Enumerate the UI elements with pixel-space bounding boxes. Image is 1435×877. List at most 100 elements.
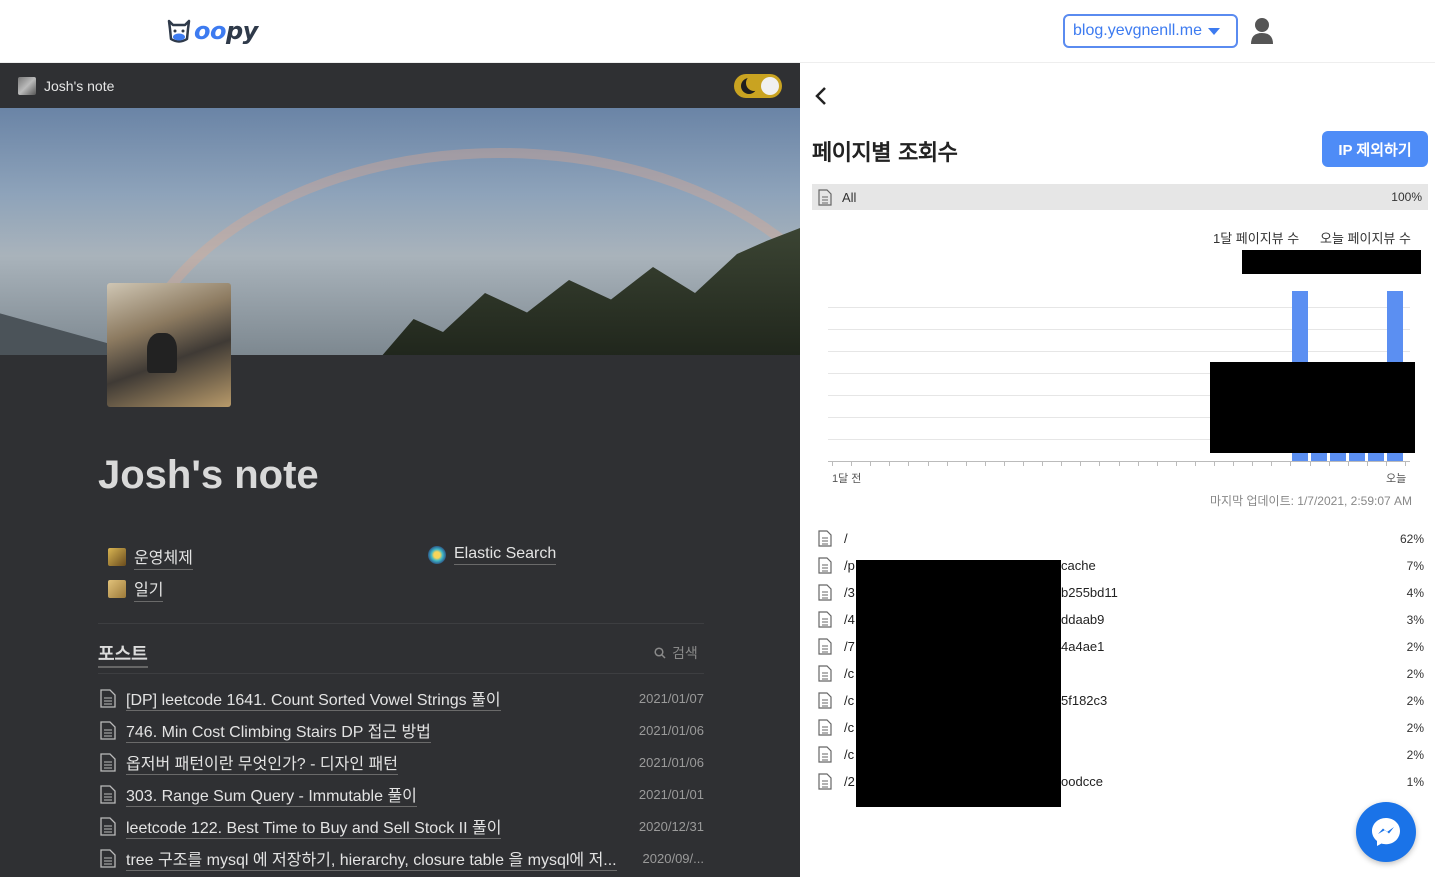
x-tick: [1214, 461, 1215, 466]
post-date: 2021/01/07: [638, 690, 704, 706]
link-elastic[interactable]: Elastic Search: [428, 545, 557, 565]
path-suffix: ddaab9: [1061, 612, 1105, 627]
divider: [98, 673, 704, 674]
search-label: 검색: [672, 645, 698, 661]
page-header: Josh's note: [0, 63, 800, 108]
x-label-end: 오늘: [1386, 473, 1407, 485]
document-icon: [818, 665, 832, 682]
x-tick: [1328, 461, 1330, 466]
moon-icon: [741, 78, 757, 94]
document-icon: [818, 773, 832, 790]
search-icon: [654, 647, 666, 659]
x-tick: [965, 461, 967, 466]
document-icon: [818, 530, 832, 547]
x-tick: [1080, 461, 1082, 466]
post-row[interactable]: [DP] leetcode 1641. Count Sorted Vowel S…: [100, 682, 704, 714]
messenger-icon: [1372, 818, 1400, 846]
x-tick: [1233, 461, 1235, 466]
path-percent: 2%: [1406, 666, 1424, 681]
legend-month: 1달 페이지뷰 수: [1213, 231, 1300, 246]
path-percent: 7%: [1406, 558, 1424, 573]
x-tick: [984, 461, 986, 466]
document-icon: [818, 638, 832, 655]
post-title: 옵저버 패턴이란 무엇인가? - 디자인 패턴: [126, 750, 398, 775]
x-tick: [1347, 461, 1349, 466]
exclude-ip-button[interactable]: IP 제외하기: [1322, 131, 1428, 167]
x-tick: [1003, 461, 1005, 466]
x-tick: [946, 461, 948, 466]
notion-page-preview: Josh's note Josh's note 운영체제 일기 Elastic …: [0, 63, 800, 877]
messenger-button[interactable]: [1356, 802, 1416, 862]
legend-today: 오늘 페이지뷰 수: [1320, 231, 1411, 246]
post-row[interactable]: 303. Range Sum Query - Immutable 풀이 2021/…: [100, 778, 704, 810]
path-percent: 3%: [1406, 612, 1424, 627]
gridline: [828, 351, 1410, 352]
x-tick: [1309, 461, 1311, 466]
post-row[interactable]: 옵저버 패턴이란 무엇인가? - 디자인 패턴 2021/01/06: [100, 746, 704, 778]
x-tick: [1118, 461, 1120, 466]
document-icon: [818, 746, 832, 763]
x-tick: [1042, 461, 1044, 466]
search-button[interactable]: 검색: [654, 643, 698, 663]
caret-down-icon: [1207, 27, 1220, 35]
user-icon[interactable]: [1250, 17, 1274, 45]
x-tick: [1290, 461, 1292, 466]
page-avatar: [107, 283, 231, 407]
document-icon: [818, 719, 832, 736]
post-row[interactable]: tree 구조를 mysql 에 저장하기, hierarchy, closur…: [100, 842, 704, 874]
path-suffix: 5f182c3: [1061, 693, 1108, 708]
logo-text: oopy: [194, 17, 258, 45]
oopy-logo[interactable]: oopy: [166, 14, 258, 48]
post-date: 2020/12/31: [638, 818, 704, 834]
post-row[interactable]: leetcode 122. Best Time to Buy and Sell …: [100, 810, 704, 842]
post-row[interactable]: 746. Min Cost Climbing Stairs DP 접근 방법 20…: [100, 714, 704, 746]
redacted-block: [1242, 250, 1421, 274]
x-tick: [870, 461, 872, 466]
pageview-bar: [1330, 453, 1346, 461]
post-title: 303. Range Sum Query - Immutable 풀이: [126, 782, 417, 807]
gridline: [828, 307, 1410, 308]
dark-mode-toggle[interactable]: [734, 74, 782, 98]
post-title: [DP] leetcode 1641. Count Sorted Vowel S…: [126, 686, 501, 711]
x-tick: [1156, 461, 1158, 466]
path-suffix: b255bd11: [1061, 585, 1118, 600]
document-icon: [100, 848, 116, 868]
x-tick: [1405, 461, 1406, 466]
x-tick: [1366, 461, 1368, 466]
document-icon: [818, 557, 832, 574]
link-os-label: 운영체제: [134, 544, 193, 570]
link-diary[interactable]: 일기: [108, 576, 164, 602]
diary-icon: [108, 580, 126, 598]
gridline: [828, 329, 1410, 330]
path-prefix: /: [844, 531, 848, 546]
link-os[interactable]: 운영체제: [108, 544, 193, 570]
post-title: leetcode 122. Best Time to Buy and Sell …: [126, 814, 502, 839]
all-percent: 100%: [1391, 190, 1422, 204]
document-icon: [100, 688, 116, 708]
elastic-icon: [428, 546, 446, 564]
back-arrow-icon[interactable]: [814, 85, 828, 107]
path-percent: 2%: [1406, 747, 1424, 762]
all-pages-row[interactable]: All 100%: [812, 184, 1428, 210]
redacted-block: [1210, 362, 1415, 453]
path-percent: 2%: [1406, 720, 1424, 735]
path-row[interactable]: / 62%: [818, 525, 1424, 552]
path-suffix: cache: [1061, 558, 1096, 573]
domain-select[interactable]: blog.yevgnenll.me: [1063, 14, 1238, 48]
post-title: tree 구조를 mysql 에 저장하기, hierarchy, closur…: [126, 846, 617, 871]
x-tick: [832, 461, 833, 466]
document-icon: [818, 692, 832, 709]
page-icon: [18, 76, 36, 95]
posts-heading: 포스트: [98, 640, 148, 668]
x-label-start: 1달 전: [832, 473, 862, 485]
last-updated: 마지막 업데이트: 1/7/2021, 2:59:07 AM: [1210, 494, 1413, 508]
link-diary-label: 일기: [134, 576, 164, 602]
post-date: 2021/01/06: [638, 754, 704, 770]
pageview-bar: [1349, 453, 1365, 461]
document-icon: [100, 752, 116, 772]
x-tick: [908, 461, 910, 466]
divider: [98, 623, 704, 624]
document-icon: [100, 784, 116, 804]
document-icon: [818, 188, 832, 206]
document-icon: [818, 611, 832, 628]
